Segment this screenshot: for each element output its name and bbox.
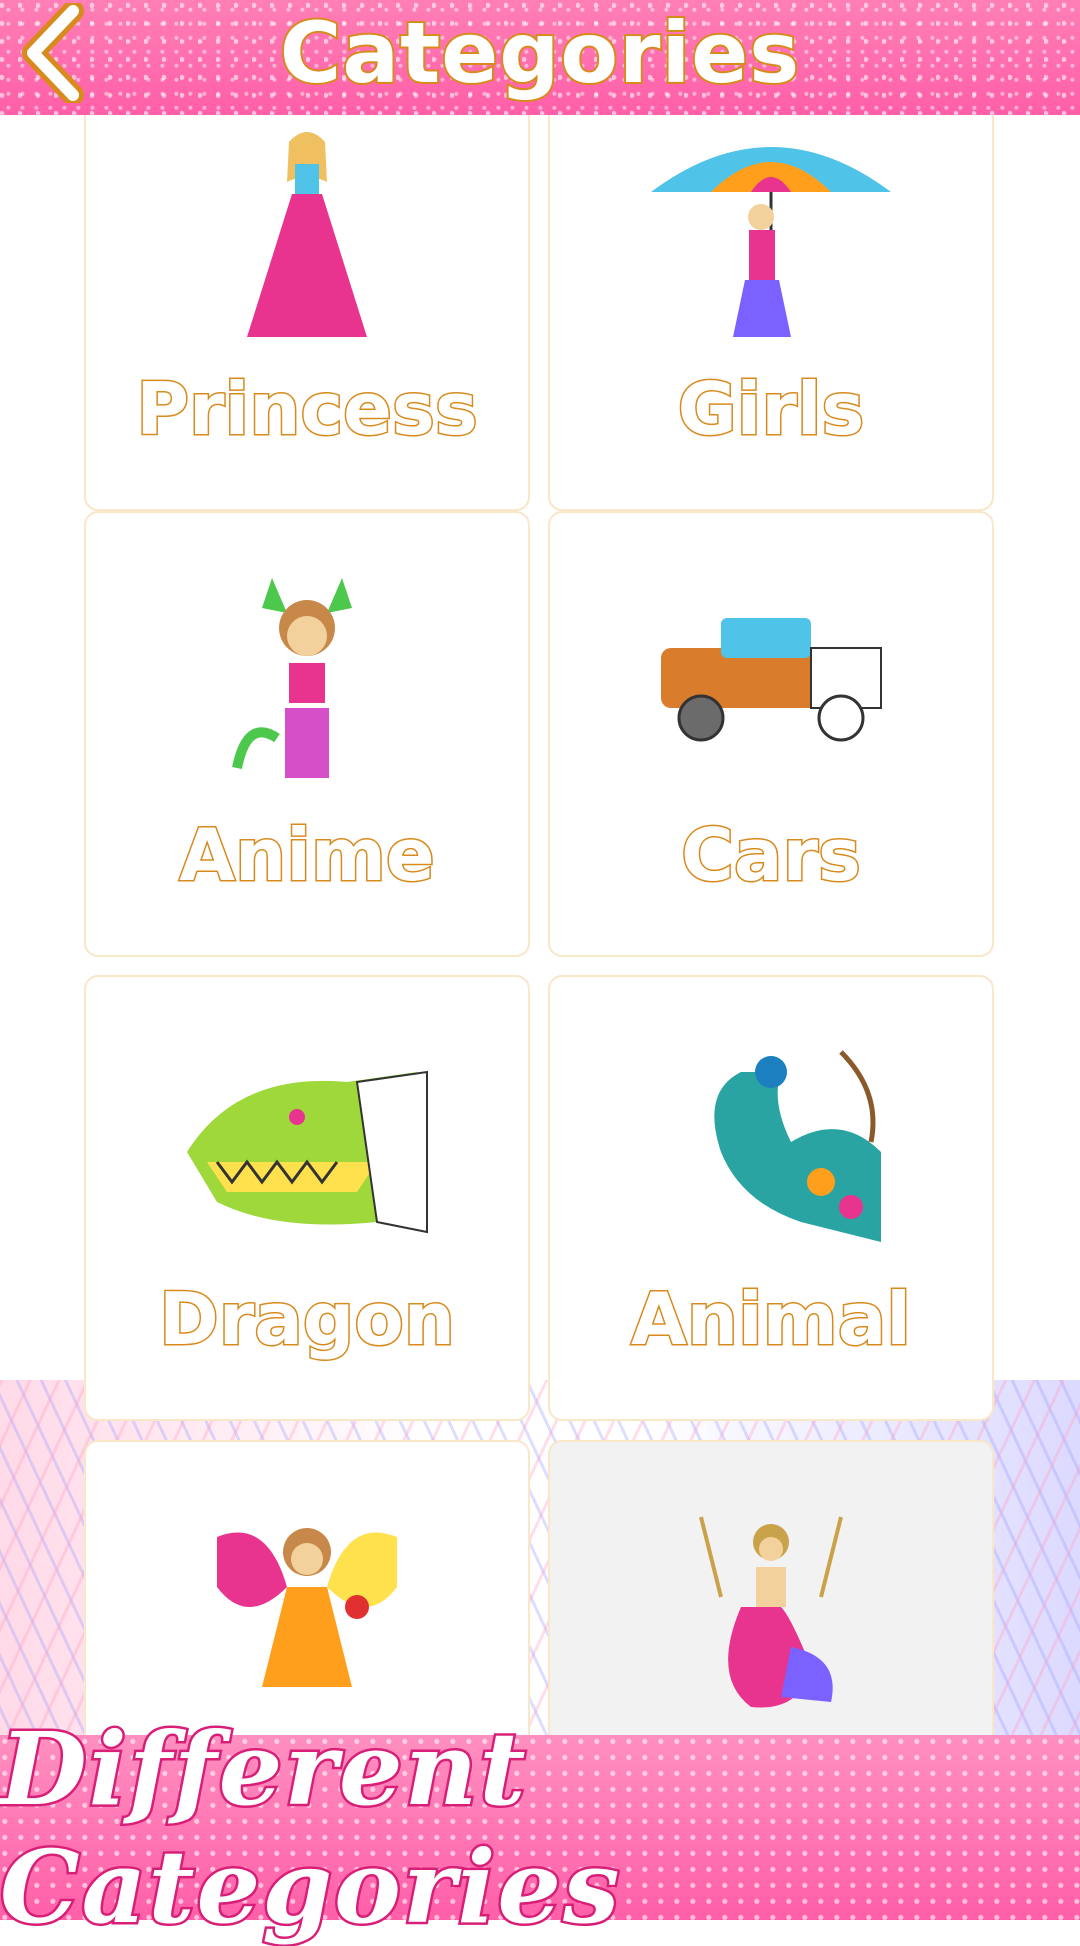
dragon-head-illustration — [187, 1070, 428, 1234]
category-label: Girls — [676, 366, 866, 453]
category-label: Anime — [178, 812, 437, 899]
princess-illustration — [247, 132, 367, 337]
category-card-girls[interactable]: Girls — [548, 115, 994, 511]
mermaid-illustration — [699, 1516, 843, 1708]
category-label: Cars — [680, 812, 863, 899]
category-card-cars[interactable]: Cars — [548, 511, 994, 957]
category-card-animal[interactable]: Animal — [548, 975, 994, 1421]
category-card-dragon[interactable]: Dragon — [84, 975, 530, 1421]
category-grid[interactable]: Princess Girls Anime Cars Dragon Animal — [84, 115, 998, 1735]
category-label: Animal — [630, 1276, 913, 1363]
top-bar: Categories — [0, 0, 1080, 115]
peacock-illustration — [714, 1050, 881, 1242]
category-label: Princess — [135, 366, 479, 453]
page-title: Categories — [278, 2, 801, 104]
category-card-fairy[interactable] — [84, 1440, 530, 1735]
category-label: Dragon — [157, 1276, 456, 1363]
girl-with-umbrella-illustration — [651, 147, 891, 337]
promo-banner: Different Categories — [0, 1707, 1080, 1946]
anime-catgirl-illustration — [232, 578, 352, 778]
category-card-princess[interactable]: Princess — [84, 115, 530, 511]
fairy-illustration — [217, 1528, 397, 1687]
category-card-anime[interactable]: Anime — [84, 511, 530, 957]
banner-text: Different Categories — [0, 1707, 622, 1946]
category-card-mermaid[interactable] — [548, 1440, 994, 1735]
truck-illustration — [661, 618, 882, 742]
